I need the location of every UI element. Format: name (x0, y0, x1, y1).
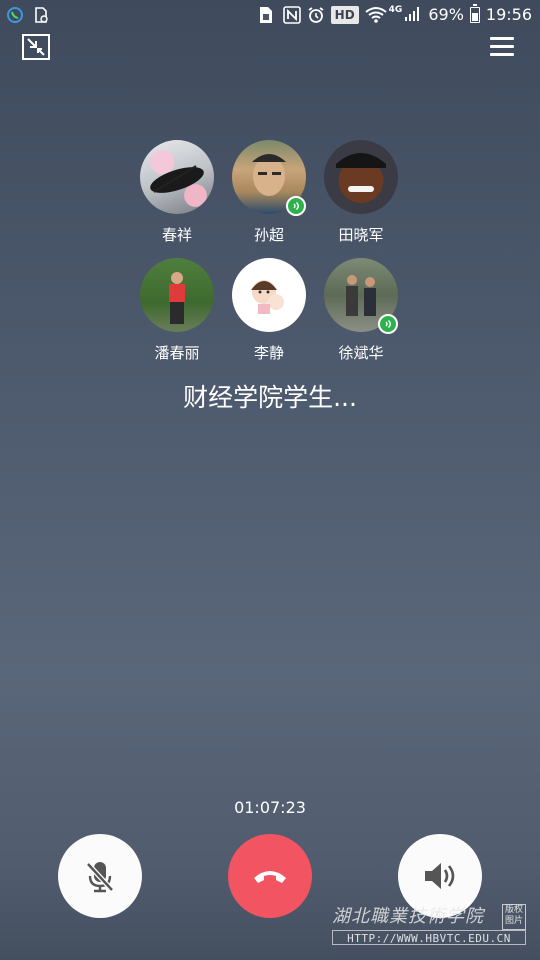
microphone-muted-icon (86, 862, 114, 893)
battery-percent: 69% (428, 5, 464, 24)
voice-wave-icon (293, 202, 299, 210)
phone-call-icon (6, 6, 24, 24)
minimize-icon (27, 38, 45, 56)
group-name: 财经学院学生... (183, 383, 357, 412)
avatar (232, 140, 306, 216)
hang-up-icon (254, 871, 286, 883)
call-timer: 01:07:23 (234, 798, 306, 817)
participant-name: 潘春丽 (154, 344, 200, 362)
participant-tile[interactable]: 春祥 (132, 140, 222, 244)
battery-icon (469, 3, 480, 23)
mute-button[interactable] (58, 834, 142, 918)
hang-up-button[interactable] (228, 834, 312, 918)
nfc-icon (282, 5, 301, 24)
menu-icon (490, 37, 514, 40)
speaking-indicator (378, 314, 398, 334)
participant-name: 李静 (253, 344, 284, 362)
watermark-stamp: 版权图片 (502, 904, 526, 930)
participant-name: 春祥 (161, 226, 192, 244)
participant-name: 田晓军 (338, 226, 384, 244)
participant-tile[interactable]: 李静 (224, 258, 314, 362)
avatar (232, 258, 306, 332)
silent-file-icon (32, 6, 50, 24)
participant-name: 孙超 (253, 226, 284, 244)
sim-icon (259, 6, 277, 24)
watermark-title: 湖北職業技術学院 (332, 906, 484, 927)
participant-name: 徐斌华 (338, 344, 384, 362)
avatar (140, 258, 214, 332)
avatar (324, 140, 398, 214)
hd-icon: HD (330, 5, 359, 24)
participant-tile[interactable]: 潘春丽 (132, 258, 222, 362)
participant-tile[interactable]: 田晓军 (316, 140, 406, 244)
signal-icon (404, 6, 422, 24)
network-type: 4G (388, 5, 403, 15)
watermark: 湖北職業技術学院 版权图片 HTTP://WWW.HBVTC.EDU.CN (332, 902, 526, 948)
battery-fill (471, 12, 478, 21)
menu-button[interactable] (490, 37, 514, 57)
watermark-url: HTTP://WWW.HBVTC.EDU.CN (332, 930, 526, 945)
participant-tile[interactable]: 徐斌华 (316, 258, 406, 362)
status-time: 19:56 (485, 5, 532, 24)
avatar (324, 258, 398, 334)
alarm-icon (307, 6, 325, 24)
minimize-call-button[interactable] (22, 34, 50, 60)
status-bar: HD 4G 69% 19:56 (0, 0, 540, 32)
avatar (140, 140, 214, 214)
menu-icon-line (490, 53, 514, 56)
speaking-indicator (286, 196, 306, 216)
speaker-icon (425, 863, 455, 889)
voice-wave-icon (385, 320, 391, 328)
participant-tile[interactable]: 孙超 (224, 140, 314, 244)
wifi-icon (365, 6, 387, 24)
menu-icon-line (490, 45, 514, 48)
